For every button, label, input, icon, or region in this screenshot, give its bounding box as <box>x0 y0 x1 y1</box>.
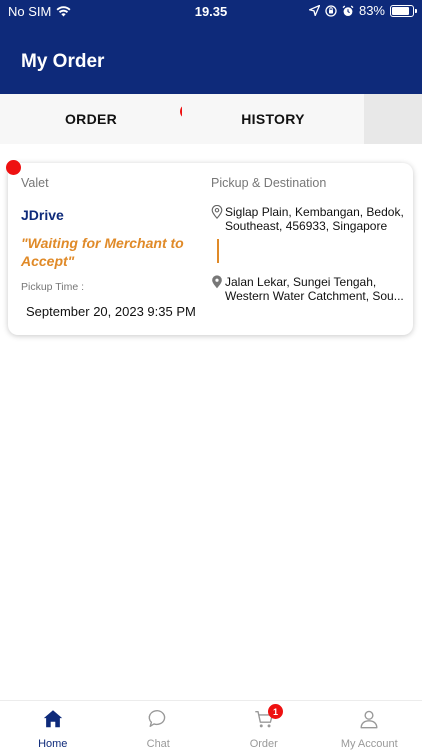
order-route-column: Pickup & Destination Siglap Plain, Kemba… <box>211 176 406 303</box>
home-icon <box>43 710 62 728</box>
service-name: JDrive <box>21 207 64 223</box>
nav-home[interactable]: Home <box>0 701 106 750</box>
chat-icon <box>148 710 166 728</box>
destination-line-1: Jalan Lekar, Sungei Tengah, <box>225 275 377 289</box>
nav-chat[interactable]: Chat <box>106 701 212 750</box>
unread-dot <box>6 160 21 175</box>
destination-line-2: Western Water Catchment, Sou... <box>225 289 404 303</box>
pickup-address: Siglap Plain, Kembangan, Bedok, Southeas… <box>225 205 404 233</box>
orientation-lock-icon <box>325 4 337 17</box>
page-title: My Order <box>21 51 105 72</box>
location-arrow-icon <box>308 5 320 16</box>
nav-order-badge: 1 <box>268 704 283 719</box>
pin-filled-icon <box>212 275 222 289</box>
route-connector <box>217 239 219 263</box>
order-service-column: Valet JDrive "Waiting for Merchant to Ac… <box>21 176 206 319</box>
pickup-location: Siglap Plain, Kembangan, Bedok, Southeas… <box>211 205 406 233</box>
status-bar: No SIM 19.35 83% <box>0 0 422 24</box>
pickup-time-label: Pickup Time : <box>21 281 85 293</box>
nav-account[interactable]: My Account <box>317 701 422 750</box>
battery-fill <box>392 6 409 15</box>
nav-account-label: My Account <box>340 738 398 750</box>
nav-order-label: Order <box>249 738 278 750</box>
alarm-icon <box>342 5 354 16</box>
nav-home-label: Home <box>38 738 68 750</box>
pickup-time-value: September 20, 2023 9:35 PM <box>26 304 196 319</box>
bottom-nav: Home Chat 1 Order My Account <box>0 700 422 750</box>
status-right-group: 83% <box>308 3 417 18</box>
service-label: Valet <box>21 176 49 190</box>
tab-order-label: ORDER <box>64 111 118 127</box>
destination-location: Jalan Lekar, Sungei Tengah, Western Wate… <box>211 275 406 303</box>
tab-order[interactable]: ORDER 1 <box>0 94 195 144</box>
order-card[interactable]: Valet JDrive "Waiting for Merchant to Ac… <box>6 160 413 335</box>
tab-strip-end <box>364 94 422 144</box>
app-header: No SIM 19.35 83% My Order <box>0 0 422 94</box>
pin-outline-icon <box>211 205 223 219</box>
nav-order[interactable]: 1 Order <box>211 701 317 750</box>
nav-chat-label: Chat <box>146 738 170 750</box>
tab-history-label: HISTORY <box>241 111 305 127</box>
user-icon <box>360 710 378 729</box>
tab-history[interactable]: HISTORY <box>182 94 364 144</box>
battery-icon <box>390 4 417 17</box>
order-tabs: ORDER 1 HISTORY <box>0 94 422 144</box>
order-status: "Waiting for Merchant to Accept" <box>21 235 184 269</box>
route-label: Pickup & Destination <box>211 176 327 190</box>
battery-percent: 83% <box>358 3 385 18</box>
